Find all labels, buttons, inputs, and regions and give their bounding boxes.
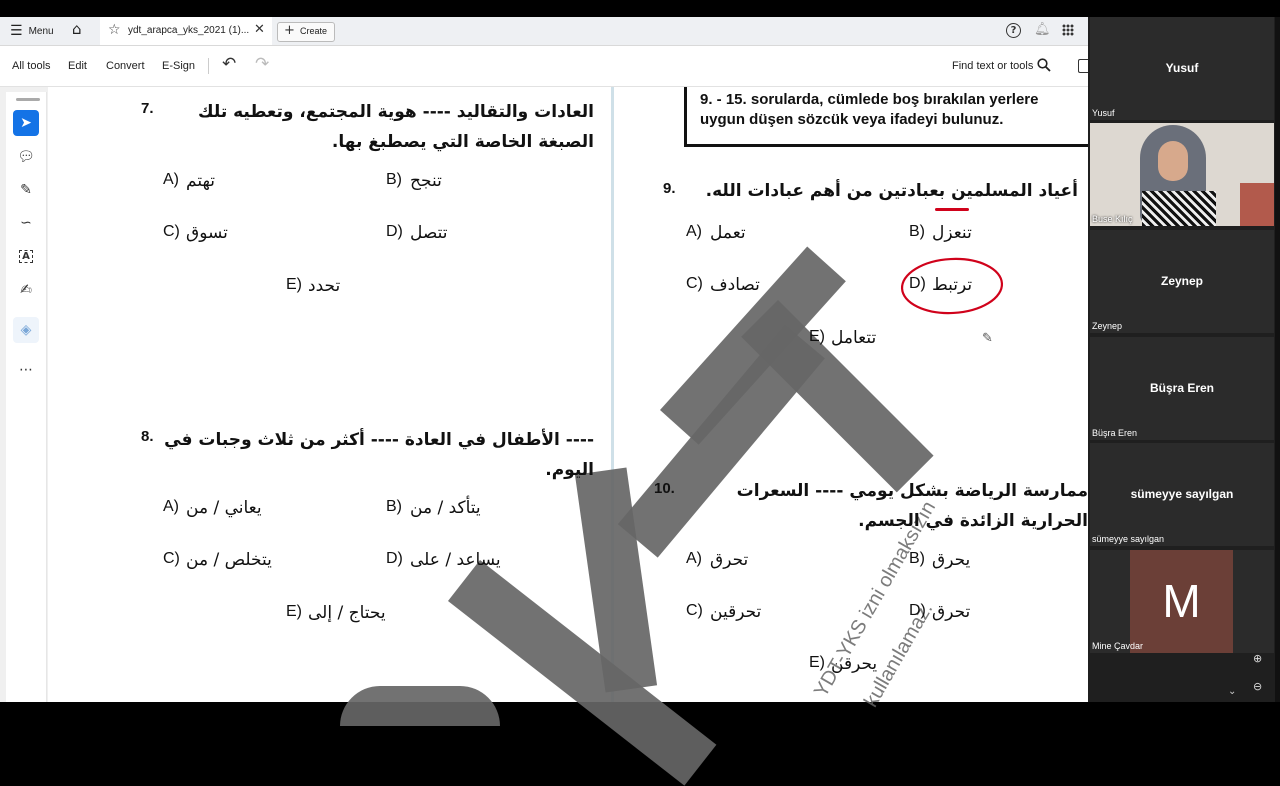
scroll-down-icon[interactable]: ⌄ bbox=[1228, 686, 1236, 697]
question-number: 9. bbox=[663, 180, 676, 197]
find-text-button[interactable]: Find text or tools bbox=[952, 60, 1033, 72]
sign-icon[interactable]: ✍︎ bbox=[13, 277, 39, 303]
avatar: M bbox=[1130, 550, 1233, 653]
draw-freehand-icon[interactable]: ∽ bbox=[13, 210, 39, 236]
main-toolbar: All tools Edit Convert E-Sign ↶ ↷ Find t… bbox=[0, 46, 1089, 87]
question-number: 10. bbox=[654, 480, 675, 497]
all-tools-button[interactable]: All tools bbox=[12, 60, 51, 72]
pen-cursor-icon: ✎ bbox=[982, 331, 993, 346]
document-tab[interactable]: ☆ ydt_arapca_yks_2021 (1)... ✕ bbox=[100, 17, 272, 45]
video-person-scarf-pattern bbox=[1142, 191, 1216, 226]
question-text: أعياد المسلمين بعبادتين من أهم عبادات ال… bbox=[705, 181, 1078, 201]
menu-button[interactable]: ☰ Menu bbox=[10, 22, 54, 40]
participant-video-tile[interactable]: Buse Kılıç bbox=[1090, 123, 1274, 226]
text-box-icon[interactable]: A bbox=[13, 243, 39, 269]
participant-tile[interactable]: sümeyye sayılgan sümeyye sayılgan bbox=[1090, 443, 1274, 546]
video-background-object bbox=[1240, 183, 1274, 226]
tab-bar: ☰ Menu ⌂ ☆ ydt_arapca_yks_2021 (1)... ✕ … bbox=[0, 17, 1088, 46]
fill-color-icon[interactable]: ◈ bbox=[13, 317, 39, 343]
panel-scrollbar[interactable] bbox=[1275, 17, 1280, 702]
toolbar-divider bbox=[208, 58, 209, 74]
add-comment-icon[interactable]: 💬︎ bbox=[13, 144, 39, 170]
question-number: 7. bbox=[141, 100, 154, 117]
redo-icon[interactable]: ↷ bbox=[255, 54, 269, 74]
red-circle-annotation bbox=[900, 257, 1004, 315]
more-tools-icon[interactable]: ⋯ bbox=[13, 357, 39, 383]
edit-button[interactable]: Edit bbox=[68, 60, 87, 72]
tab-title: ydt_arapca_yks_2021 (1)... bbox=[128, 25, 250, 36]
help-icon[interactable]: ? bbox=[1006, 23, 1021, 38]
question-text: اليوم. bbox=[545, 460, 594, 480]
bell-icon[interactable]: 🔔︎ bbox=[1034, 22, 1051, 37]
quick-tools-rail: ➤ 💬︎ ✎ ∽ A ✍︎ ◈ ⋯ bbox=[6, 92, 47, 702]
question-text: الحرارية الزائدة في الجسم. bbox=[858, 511, 1088, 531]
question-text: العادات والتقاليد ---- هوية المجتمع، وتع… bbox=[198, 102, 594, 122]
rail-handle bbox=[16, 98, 40, 101]
question-number: 8. bbox=[141, 428, 154, 445]
participant-tile[interactable]: Yusuf Yusuf bbox=[1090, 17, 1274, 120]
question-text: الصبغة الخاصة التي يصطبغ بها. bbox=[331, 132, 594, 152]
highlight-pen-icon[interactable]: ✎ bbox=[13, 177, 39, 203]
close-icon[interactable]: ✕ bbox=[254, 22, 265, 37]
select-tool-button[interactable]: ➤ bbox=[13, 110, 39, 136]
hamburger-icon: ☰ bbox=[10, 23, 23, 39]
red-underline-annotation bbox=[935, 208, 969, 211]
star-icon[interactable]: ☆ bbox=[108, 22, 121, 38]
instructions-text: 9. - 15. sorularda, cümlede boş bırakıla… bbox=[700, 91, 1039, 128]
home-icon[interactable]: ⌂ bbox=[72, 20, 82, 38]
create-button[interactable]: + Create bbox=[277, 22, 335, 42]
question-text: ممارسة الرياضة بشكل يومي ---- السعرات bbox=[736, 481, 1088, 501]
participant-tile[interactable]: M Mine Çavdar bbox=[1090, 550, 1274, 653]
esign-button[interactable]: E-Sign bbox=[162, 60, 195, 72]
undo-icon[interactable]: ↶ bbox=[222, 54, 236, 74]
convert-button[interactable]: Convert bbox=[106, 60, 145, 72]
search-icon[interactable] bbox=[1037, 58, 1051, 72]
plus-icon: + bbox=[284, 23, 295, 38]
apps-grid-icon[interactable] bbox=[1062, 24, 1074, 36]
watermark-letter-stroke bbox=[340, 686, 500, 726]
participant-tile[interactable]: Büşra Eren Büşra Eren bbox=[1090, 337, 1274, 440]
participant-tile[interactable]: Zeynep Zeynep bbox=[1090, 230, 1274, 333]
video-person-face bbox=[1158, 141, 1188, 181]
zoom-in-icon[interactable]: ⊕ bbox=[1253, 652, 1262, 665]
zoom-out-icon[interactable]: ⊖ bbox=[1253, 680, 1262, 693]
question-text: ---- الأطفال في العادة ---- أكثر من ثلاث… bbox=[164, 430, 594, 450]
